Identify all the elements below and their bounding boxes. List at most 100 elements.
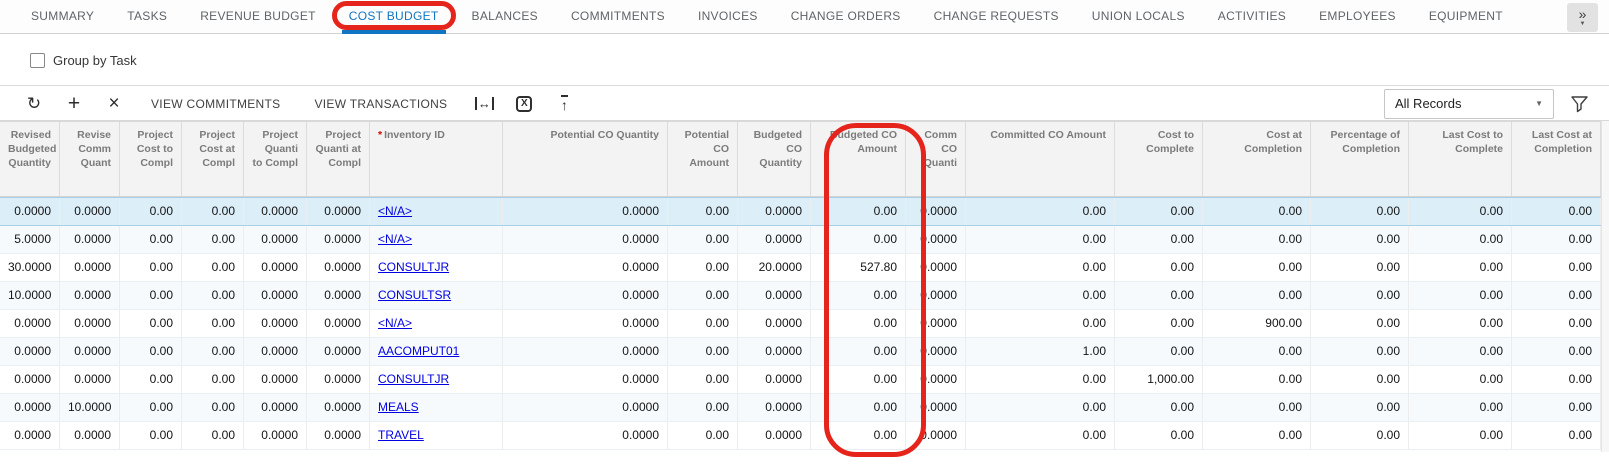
cell-committed-co-amount[interactable]: 0.00 bbox=[966, 198, 1115, 225]
cell-potential-co-amount[interactable]: 0.00 bbox=[668, 198, 738, 225]
tab-commitments[interactable]: COMMITMENTS bbox=[571, 0, 665, 33]
column-header-last-cost-to-complete[interactable]: Last Cost to Complete bbox=[1409, 122, 1512, 196]
cell-project-cost-at-completion[interactable]: 0.00 bbox=[182, 226, 244, 253]
cell-cost-to-complete[interactable]: 0.00 bbox=[1115, 338, 1203, 365]
cell-potential-co-amount[interactable]: 0.00 bbox=[668, 226, 738, 253]
cell-committed-co-quantity[interactable]: 0.0000 bbox=[906, 422, 966, 449]
inventory-id-link[interactable]: CONSULTJR bbox=[378, 260, 449, 274]
cell-project-cost-at-completion[interactable]: 0.00 bbox=[182, 310, 244, 337]
tab-equipment[interactable]: EQUIPMENT bbox=[1429, 0, 1503, 33]
tab-summary[interactable]: SUMMARY bbox=[31, 0, 94, 33]
cell-committed-co-quantity[interactable]: 0.0000 bbox=[906, 394, 966, 421]
cell-budgeted-co-quantity[interactable]: 0.0000 bbox=[738, 198, 811, 225]
column-header-committed-co-amount[interactable]: Committed CO Amount bbox=[966, 122, 1115, 196]
cell-project-quantity-to-complete[interactable]: 0.0000 bbox=[244, 422, 307, 449]
table-row[interactable]: 0.00000.00000.000.000.00000.0000<N/A>0.0… bbox=[0, 197, 1601, 226]
cell-project-quantity-to-complete[interactable]: 0.0000 bbox=[244, 310, 307, 337]
cell-project-cost-at-completion[interactable]: 0.00 bbox=[182, 198, 244, 225]
tab-tasks[interactable]: TASKS bbox=[127, 0, 167, 33]
cell-committed-co-amount[interactable]: 0.00 bbox=[966, 282, 1115, 309]
cell-percentage-of-completion[interactable]: 0.00 bbox=[1311, 310, 1409, 337]
column-header-project-quantity-at-completion[interactable]: Project Quanti at Compl bbox=[307, 122, 370, 196]
cell-committed-co-quantity[interactable]: 0.0000 bbox=[906, 310, 966, 337]
cell-last-cost-at-completion[interactable]: 0.00 bbox=[1512, 366, 1601, 393]
column-header-project-quantity-to-complete[interactable]: Project Quanti to Compl bbox=[244, 122, 307, 196]
cell-project-cost-to-complete[interactable]: 0.00 bbox=[120, 338, 182, 365]
cell-budgeted-co-amount[interactable]: 0.00 bbox=[811, 422, 906, 449]
cell-revised-committed-quantity[interactable]: 0.0000 bbox=[60, 226, 120, 253]
column-header-cost-to-complete[interactable]: Cost to Complete bbox=[1115, 122, 1203, 196]
cell-committed-co-quantity[interactable]: 0.0000 bbox=[906, 226, 966, 253]
table-row[interactable]: 0.00000.00000.000.000.00000.0000CONSULTJ… bbox=[0, 366, 1601, 394]
cell-revised-committed-quantity[interactable]: 0.0000 bbox=[60, 366, 120, 393]
cell-last-cost-at-completion[interactable]: 0.00 bbox=[1512, 226, 1601, 253]
cell-committed-co-amount[interactable]: 0.00 bbox=[966, 366, 1115, 393]
cell-project-quantity-to-complete[interactable]: 0.0000 bbox=[244, 282, 307, 309]
cell-last-cost-at-completion[interactable]: 0.00 bbox=[1512, 422, 1601, 449]
cell-potential-co-amount[interactable]: 0.00 bbox=[668, 394, 738, 421]
cell-committed-co-quantity[interactable]: 0.0000 bbox=[906, 366, 966, 393]
cell-budgeted-co-quantity[interactable]: 0.0000 bbox=[738, 366, 811, 393]
tab-change-orders[interactable]: CHANGE ORDERS bbox=[791, 0, 901, 33]
cell-project-cost-to-complete[interactable]: 0.00 bbox=[120, 198, 182, 225]
delete-row-button[interactable]: × bbox=[94, 90, 134, 118]
cell-budgeted-co-amount[interactable]: 0.00 bbox=[811, 226, 906, 253]
cell-last-cost-at-completion[interactable]: 0.00 bbox=[1512, 338, 1601, 365]
cell-percentage-of-completion[interactable]: 0.00 bbox=[1311, 282, 1409, 309]
cell-cost-at-completion[interactable]: 0.00 bbox=[1203, 282, 1311, 309]
cell-cost-to-complete[interactable]: 0.00 bbox=[1115, 310, 1203, 337]
inventory-id-link[interactable]: CONSULTSR bbox=[378, 288, 451, 302]
cell-project-quantity-to-complete[interactable]: 0.0000 bbox=[244, 226, 307, 253]
cell-percentage-of-completion[interactable]: 0.00 bbox=[1311, 226, 1409, 253]
cell-budgeted-co-amount[interactable]: 0.00 bbox=[811, 310, 906, 337]
cell-potential-co-quantity[interactable]: 0.0000 bbox=[503, 338, 668, 365]
group-by-task-checkbox[interactable] bbox=[30, 53, 45, 68]
cell-project-quantity-at-completion[interactable]: 0.0000 bbox=[307, 366, 370, 393]
column-header-project-cost-to-complete[interactable]: Project Cost to Compl bbox=[120, 122, 182, 196]
cell-committed-co-amount[interactable]: 1.00 bbox=[966, 338, 1115, 365]
cell-committed-co-amount[interactable]: 0.00 bbox=[966, 254, 1115, 281]
cell-committed-co-amount[interactable]: 0.00 bbox=[966, 310, 1115, 337]
cell-project-quantity-at-completion[interactable]: 0.0000 bbox=[307, 282, 370, 309]
cell-project-quantity-at-completion[interactable]: 0.0000 bbox=[307, 198, 370, 225]
cell-revised-committed-quantity[interactable]: 0.0000 bbox=[60, 198, 120, 225]
cell-project-cost-to-complete[interactable]: 0.00 bbox=[120, 310, 182, 337]
cell-budgeted-co-amount[interactable]: 0.00 bbox=[811, 394, 906, 421]
cell-cost-at-completion[interactable]: 0.00 bbox=[1203, 254, 1311, 281]
cell-revised-committed-quantity[interactable]: 0.0000 bbox=[60, 282, 120, 309]
view-transactions-button[interactable]: VIEW TRANSACTIONS bbox=[297, 90, 464, 118]
cell-potential-co-quantity[interactable]: 0.0000 bbox=[503, 422, 668, 449]
cell-revised-budgeted-quantity[interactable]: 0.0000 bbox=[0, 310, 60, 337]
cell-project-quantity-to-complete[interactable]: 0.0000 bbox=[244, 394, 307, 421]
cell-project-cost-to-complete[interactable]: 0.00 bbox=[120, 282, 182, 309]
cell-committed-co-quantity[interactable]: 0.0000 bbox=[906, 198, 966, 225]
cell-budgeted-co-amount[interactable]: 0.00 bbox=[811, 198, 906, 225]
tab-union-locals[interactable]: UNION LOCALS bbox=[1092, 0, 1185, 33]
inventory-id-link[interactable]: MEALS bbox=[378, 400, 419, 414]
refresh-button[interactable]: ↻ bbox=[14, 90, 54, 118]
cell-committed-co-quantity[interactable]: 0.0000 bbox=[906, 338, 966, 365]
cell-budgeted-co-quantity[interactable]: 0.0000 bbox=[738, 338, 811, 365]
cell-cost-at-completion[interactable]: 0.00 bbox=[1203, 338, 1311, 365]
column-header-project-cost-at-completion[interactable]: Project Cost at Compl bbox=[182, 122, 244, 196]
cell-committed-co-amount[interactable]: 0.00 bbox=[966, 422, 1115, 449]
column-header-revised-budgeted-quantity[interactable]: Revised Budgeted Quantity bbox=[0, 122, 60, 196]
table-row[interactable]: 0.000010.00000.000.000.00000.0000MEALS0.… bbox=[0, 394, 1601, 422]
cell-revised-budgeted-quantity[interactable]: 0.0000 bbox=[0, 422, 60, 449]
cell-project-cost-at-completion[interactable]: 0.00 bbox=[182, 422, 244, 449]
cell-cost-at-completion[interactable]: 900.00 bbox=[1203, 310, 1311, 337]
column-header-cost-at-completion[interactable]: Cost at Completion bbox=[1203, 122, 1311, 196]
cell-potential-co-quantity[interactable]: 0.0000 bbox=[503, 226, 668, 253]
cell-percentage-of-completion[interactable]: 0.00 bbox=[1311, 394, 1409, 421]
cell-project-cost-at-completion[interactable]: 0.00 bbox=[182, 366, 244, 393]
inventory-id-link[interactable]: TRAVEL bbox=[378, 428, 424, 442]
inventory-id-link[interactable]: CONSULTJR bbox=[378, 372, 449, 386]
cell-budgeted-co-quantity[interactable]: 0.0000 bbox=[738, 226, 811, 253]
cell-cost-to-complete[interactable]: 0.00 bbox=[1115, 226, 1203, 253]
filter-settings-button[interactable] bbox=[1570, 95, 1589, 113]
cell-cost-to-complete[interactable]: 0.00 bbox=[1115, 198, 1203, 225]
column-header-inventory-id[interactable]: *Inventory ID bbox=[370, 122, 503, 196]
tab-activities[interactable]: ACTIVITIES bbox=[1218, 0, 1286, 33]
cell-last-cost-to-complete[interactable]: 0.00 bbox=[1409, 282, 1512, 309]
cell-revised-budgeted-quantity[interactable]: 5.0000 bbox=[0, 226, 60, 253]
